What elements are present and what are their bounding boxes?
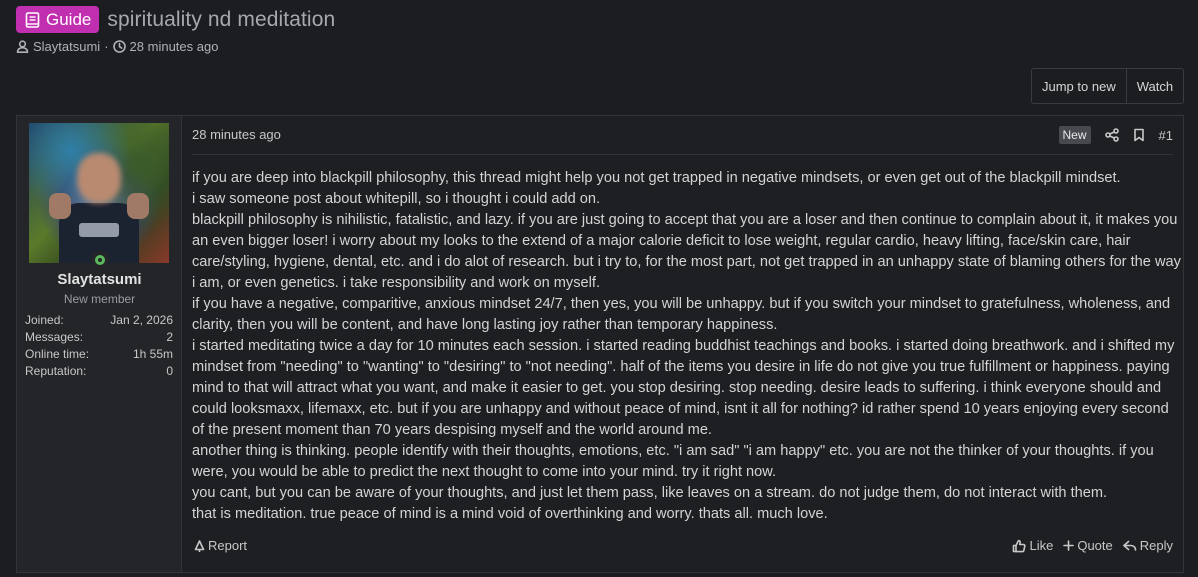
user-icon	[16, 40, 29, 53]
post-paragraph: i saw someone post about whitepill, so i…	[192, 191, 601, 207]
post-header: 28 minutes ago New #1	[192, 116, 1173, 155]
stat-row: Messages: 2	[25, 329, 173, 346]
post-footer: Report Like Quote Reply	[192, 538, 1173, 558]
thread-meta: Slaytatsumi · 28 minutes ago	[16, 39, 218, 54]
thread-time[interactable]: 28 minutes ago	[130, 39, 219, 54]
like-button[interactable]: Like	[1012, 538, 1053, 553]
jump-to-new-button[interactable]: Jump to new	[1032, 69, 1126, 103]
stat-row: Reputation: 0	[25, 363, 173, 380]
post-actions: Like Quote Reply	[1012, 538, 1173, 553]
post-number[interactable]: #1	[1159, 128, 1173, 143]
thread-button-group: Jump to new Watch	[1031, 68, 1185, 104]
thumbs-up-icon	[1013, 539, 1027, 552]
stat-label: Reputation:	[25, 364, 87, 378]
post-paragraph: you cant, but you can be aware of your t…	[192, 485, 1108, 501]
post-date[interactable]: 28 minutes ago	[192, 127, 281, 142]
thread-title-row: Guide spirituality nd meditation	[16, 6, 335, 33]
quote-label: Quote	[1077, 538, 1113, 553]
post-username[interactable]: Slaytatsumi	[17, 271, 182, 288]
reply-button[interactable]: Reply	[1122, 538, 1173, 553]
stat-label: Messages:	[25, 330, 84, 344]
avatar-head	[77, 153, 121, 203]
plus-icon	[1063, 540, 1075, 551]
user-stats: Joined: Jan 2, 2026 Messages: 2 Online t…	[25, 312, 173, 380]
reply-label: Reply	[1139, 538, 1173, 553]
quote-button[interactable]: Quote	[1063, 538, 1113, 553]
prefix-label: Guide	[46, 9, 92, 29]
new-badge: New	[1058, 126, 1091, 144]
stat-value: Jan 2, 2026	[110, 313, 173, 327]
thread-title: spirituality nd meditation	[107, 7, 336, 31]
stat-row: Joined: Jan 2, 2026	[25, 312, 173, 329]
post-paragraph: blackpill philosophy is nihilistic, fata…	[192, 212, 1181, 291]
post-paragraph: i started meditating twice a day for 10 …	[192, 338, 1175, 438]
thread-author[interactable]: Slaytatsumi	[33, 39, 100, 54]
post-paragraph: that is meditation. true peace of mind i…	[192, 506, 828, 522]
avatar[interactable]	[29, 123, 169, 263]
avatar-hand-left	[49, 193, 71, 219]
stat-label: Online time:	[25, 347, 90, 361]
user-title: New member	[63, 292, 136, 306]
post-body: if you are deep into blackpill philosoph…	[192, 168, 1182, 525]
meta-separator: ·	[104, 39, 109, 54]
bookmark-icon[interactable]	[1133, 128, 1145, 142]
post-user-cell: Slaytatsumi New member Joined: Jan 2, 20…	[17, 116, 182, 572]
stat-value: 1h 55m	[132, 347, 173, 361]
like-label: Like	[1029, 538, 1054, 553]
reply-icon	[1122, 540, 1137, 551]
post-paragraph: another thing is thinking. people identi…	[192, 443, 1154, 480]
report-button[interactable]: Report	[194, 538, 247, 553]
stat-row: Online time: 1h 55m	[25, 346, 173, 363]
clock-icon	[112, 40, 126, 53]
post-paragraph: if you are deep into blackpill philosoph…	[192, 170, 1121, 186]
post-tools: New #1	[1058, 126, 1173, 144]
stat-label: Joined:	[25, 313, 64, 327]
avatar-shirt-logo	[79, 223, 119, 237]
post-paragraph: if you have a negative, comparitive, anx…	[192, 296, 1171, 333]
post-message: Slaytatsumi New member Joined: Jan 2, 20…	[16, 115, 1184, 573]
share-icon[interactable]	[1104, 128, 1119, 142]
post-main-cell: 28 minutes ago New #1 if you are deep in…	[192, 116, 1183, 572]
online-status-icon	[91, 251, 109, 269]
report-label: Report	[208, 538, 248, 553]
avatar-hand-right	[127, 193, 149, 219]
watch-button[interactable]: Watch	[1125, 69, 1183, 103]
flag-icon	[194, 539, 205, 552]
stat-value: 2	[166, 330, 173, 344]
stat-value: 0	[166, 364, 173, 378]
book-icon	[25, 11, 40, 28]
prefix-badge-guide[interactable]: Guide	[16, 6, 100, 33]
